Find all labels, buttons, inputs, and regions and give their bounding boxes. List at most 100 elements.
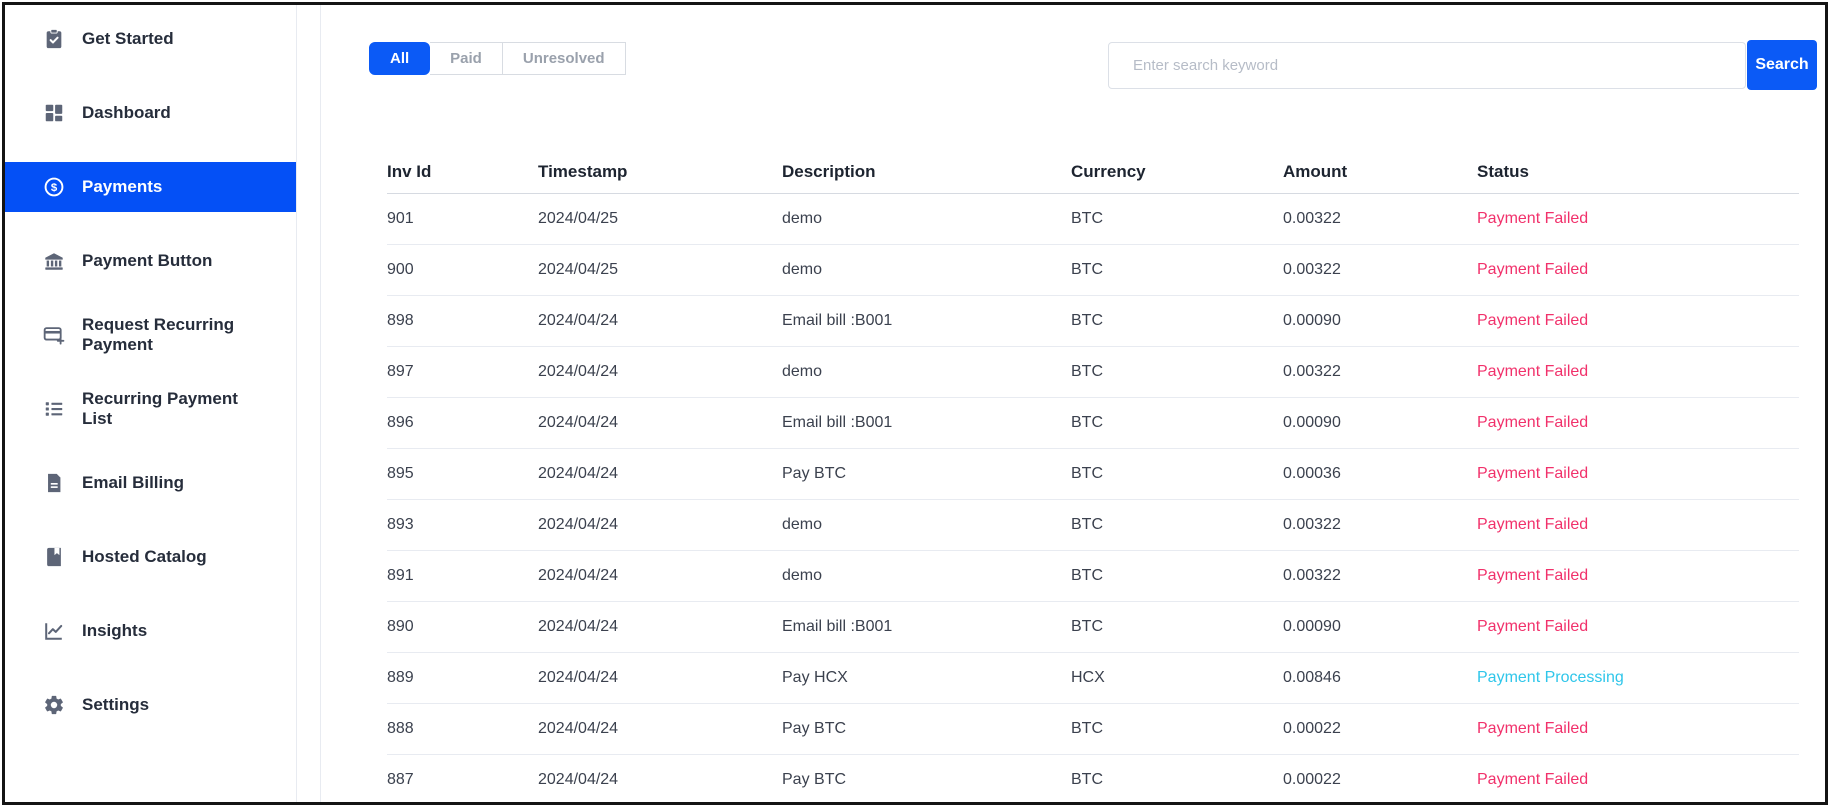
sidebar-item-label: Payment Button — [82, 251, 212, 271]
cell-currency: BTC — [1071, 720, 1283, 738]
cell-description: demo — [782, 261, 1071, 279]
cell-currency: BTC — [1071, 465, 1283, 483]
cell-amount: 0.00036 — [1283, 465, 1477, 483]
table-header-cell: Status — [1477, 162, 1799, 182]
cell-inv-id: 887 — [387, 771, 538, 789]
table-header-cell: Amount — [1283, 162, 1477, 182]
table-row[interactable]: 887 2024/04/24 Pay BTC BTC 0.00022 Payme… — [387, 755, 1799, 802]
status-badge: Payment Failed — [1477, 465, 1799, 483]
cell-timestamp: 2024/04/24 — [538, 771, 782, 789]
sidebar-item-icon — [42, 471, 66, 495]
sidebar-item-label: Get Started — [82, 29, 174, 49]
sidebar-item[interactable]: Email Billing — [5, 458, 296, 508]
search-input[interactable] — [1108, 42, 1746, 89]
cell-amount: 0.00022 — [1283, 720, 1477, 738]
table-row[interactable]: 898 2024/04/24 Email bill :B001 BTC 0.00… — [387, 296, 1799, 347]
cell-description: demo — [782, 567, 1071, 585]
cell-currency: BTC — [1071, 414, 1283, 432]
table-row[interactable]: 896 2024/04/24 Email bill :B001 BTC 0.00… — [387, 398, 1799, 449]
payments-table: Inv IdTimestampDescriptionCurrencyAmount… — [387, 151, 1799, 802]
status-badge: Payment Failed — [1477, 720, 1799, 738]
sidebar-item-label: Email Billing — [82, 473, 184, 493]
cell-inv-id: 890 — [387, 618, 538, 636]
table-row[interactable]: 901 2024/04/25 demo BTC 0.00322 Payment … — [387, 194, 1799, 245]
table-row[interactable]: 891 2024/04/24 demo BTC 0.00322 Payment … — [387, 551, 1799, 602]
cell-inv-id: 897 — [387, 363, 538, 381]
app-window: Get Started Dashboard $ Payments Payment… — [0, 0, 1830, 807]
sidebar-item[interactable]: Request Recurring Payment — [5, 310, 296, 360]
table-row[interactable]: 890 2024/04/24 Email bill :B001 BTC 0.00… — [387, 602, 1799, 653]
filter-tab[interactable]: Paid — [430, 42, 503, 75]
cell-amount: 0.00022 — [1283, 771, 1477, 789]
sidebar-item[interactable]: $ Payments — [5, 162, 296, 212]
table-row[interactable]: 889 2024/04/24 Pay HCX HCX 0.00846 Payme… — [387, 653, 1799, 704]
status-badge: Payment Failed — [1477, 363, 1799, 381]
filter-tab[interactable]: Unresolved — [503, 42, 626, 75]
cell-currency: BTC — [1071, 771, 1283, 789]
status-badge: Payment Failed — [1477, 516, 1799, 534]
search-bar: Search — [1108, 42, 1817, 90]
cell-description: Pay BTC — [782, 720, 1071, 738]
status-badge: Payment Failed — [1477, 312, 1799, 330]
cell-timestamp: 2024/04/25 — [538, 210, 782, 228]
table-row[interactable]: 895 2024/04/24 Pay BTC BTC 0.00036 Payme… — [387, 449, 1799, 500]
cell-timestamp: 2024/04/24 — [538, 465, 782, 483]
status-badge: Payment Failed — [1477, 210, 1799, 228]
cell-timestamp: 2024/04/24 — [538, 363, 782, 381]
cell-timestamp: 2024/04/24 — [538, 618, 782, 636]
cell-inv-id: 900 — [387, 261, 538, 279]
sidebar-item-icon — [42, 545, 66, 569]
sidebar: Get Started Dashboard $ Payments Payment… — [5, 5, 297, 802]
cell-inv-id: 893 — [387, 516, 538, 534]
sidebar-item-label: Insights — [82, 621, 147, 641]
sidebar-item[interactable]: Recurring Payment List — [5, 384, 296, 434]
cell-description: Email bill :B001 — [782, 618, 1071, 636]
cell-timestamp: 2024/04/24 — [538, 516, 782, 534]
table-row[interactable]: 888 2024/04/24 Pay BTC BTC 0.00022 Payme… — [387, 704, 1799, 755]
table-header-cell: Timestamp — [538, 162, 782, 182]
sidebar-item-label: Settings — [82, 695, 149, 715]
table-header-cell: Currency — [1071, 162, 1283, 182]
status-badge: Payment Failed — [1477, 618, 1799, 636]
cell-amount: 0.00322 — [1283, 516, 1477, 534]
sidebar-item-icon — [42, 101, 66, 125]
sidebar-item[interactable]: Get Started — [5, 14, 296, 64]
toolbar: AllPaidUnresolved Search — [369, 42, 1817, 90]
cell-description: Email bill :B001 — [782, 312, 1071, 330]
cell-amount: 0.00322 — [1283, 567, 1477, 585]
sidebar-item-icon — [42, 27, 66, 51]
table-header-cell: Description — [782, 162, 1071, 182]
app-frame: Get Started Dashboard $ Payments Payment… — [2, 2, 1828, 805]
sidebar-item-icon — [42, 693, 66, 717]
sidebar-item[interactable]: Settings — [5, 680, 296, 730]
cell-inv-id: 889 — [387, 669, 538, 687]
table-row[interactable]: 893 2024/04/24 demo BTC 0.00322 Payment … — [387, 500, 1799, 551]
cell-inv-id: 895 — [387, 465, 538, 483]
sidebar-item[interactable]: Hosted Catalog — [5, 532, 296, 582]
cell-timestamp: 2024/04/24 — [538, 567, 782, 585]
search-button[interactable]: Search — [1747, 40, 1817, 90]
table-row[interactable]: 897 2024/04/24 demo BTC 0.00322 Payment … — [387, 347, 1799, 398]
sidebar-item-icon — [42, 619, 66, 643]
svg-text:$: $ — [51, 182, 58, 194]
table-row[interactable]: 900 2024/04/25 demo BTC 0.00322 Payment … — [387, 245, 1799, 296]
cell-currency: BTC — [1071, 516, 1283, 534]
cell-currency: HCX — [1071, 669, 1283, 687]
filter-tab[interactable]: All — [369, 42, 430, 75]
sidebar-item-icon — [42, 323, 66, 347]
cell-currency: BTC — [1071, 363, 1283, 381]
cell-description: demo — [782, 210, 1071, 228]
cell-description: demo — [782, 516, 1071, 534]
sidebar-item-label: Payments — [82, 177, 162, 197]
sidebar-item[interactable]: Payment Button — [5, 236, 296, 286]
cell-currency: BTC — [1071, 210, 1283, 228]
cell-description: demo — [782, 363, 1071, 381]
cell-amount: 0.00090 — [1283, 312, 1477, 330]
sidebar-item-icon: $ — [42, 175, 66, 199]
cell-amount: 0.00322 — [1283, 210, 1477, 228]
sidebar-item[interactable]: Dashboard — [5, 88, 296, 138]
sidebar-item[interactable]: Insights — [5, 606, 296, 656]
sidebar-item-label: Hosted Catalog — [82, 547, 207, 567]
sidebar-content-gap — [297, 5, 320, 802]
sidebar-item-label: Request Recurring Payment — [82, 315, 254, 354]
